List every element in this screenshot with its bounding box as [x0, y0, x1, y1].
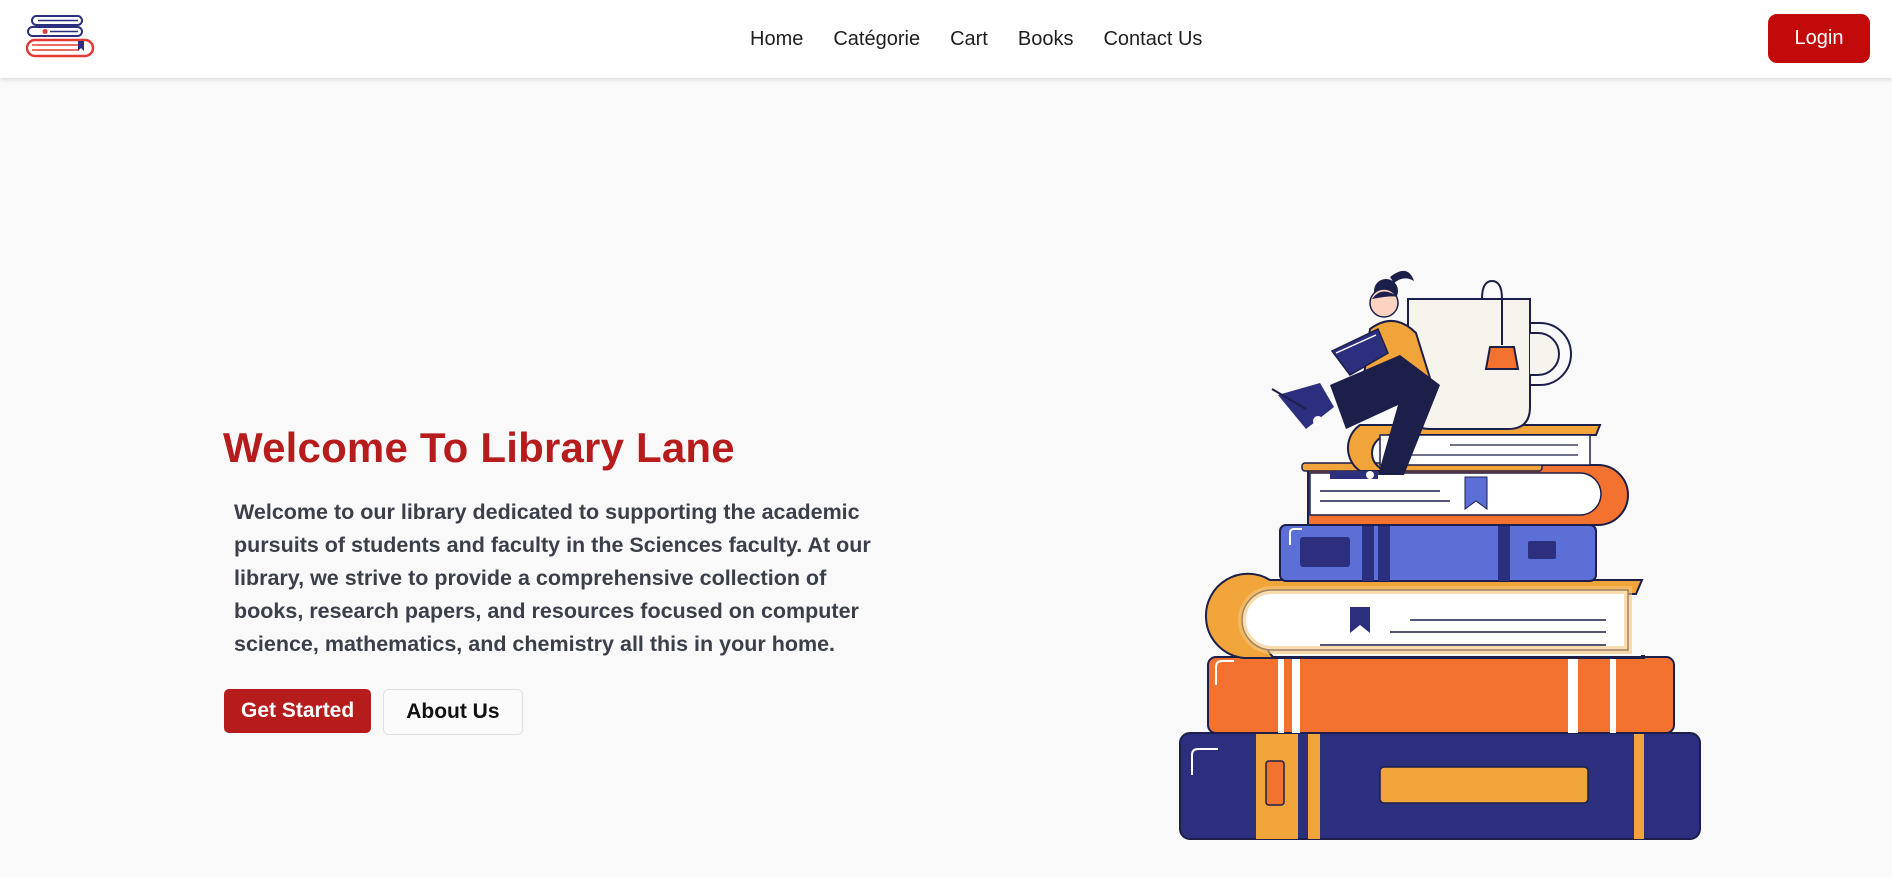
- hero-actions: Get Started About Us: [224, 689, 523, 735]
- stacked-books-logo-icon[interactable]: [25, 14, 96, 60]
- nav-link-contact-us[interactable]: Contact Us: [1103, 28, 1202, 51]
- login-button[interactable]: Login: [1768, 14, 1870, 63]
- nav-link-categorie[interactable]: Catégorie: [833, 28, 920, 51]
- main-nav: Home Catégorie Cart Books Contact Us: [750, 0, 1202, 78]
- about-us-button[interactable]: About Us: [383, 689, 523, 735]
- nav-link-books[interactable]: Books: [1018, 28, 1074, 51]
- get-started-button[interactable]: Get Started: [224, 689, 372, 733]
- hero-description: Welcome to our library dedicated to supp…: [234, 500, 871, 656]
- hero-title: Welcome To Library Lane: [223, 424, 735, 471]
- navbar: Home Catégorie Cart Books Contact Us Log…: [0, 0, 1892, 78]
- nav-link-home[interactable]: Home: [750, 28, 803, 51]
- woman-reading-on-book-stack-illustration: [1160, 255, 1720, 845]
- nav-link-cart[interactable]: Cart: [950, 28, 988, 51]
